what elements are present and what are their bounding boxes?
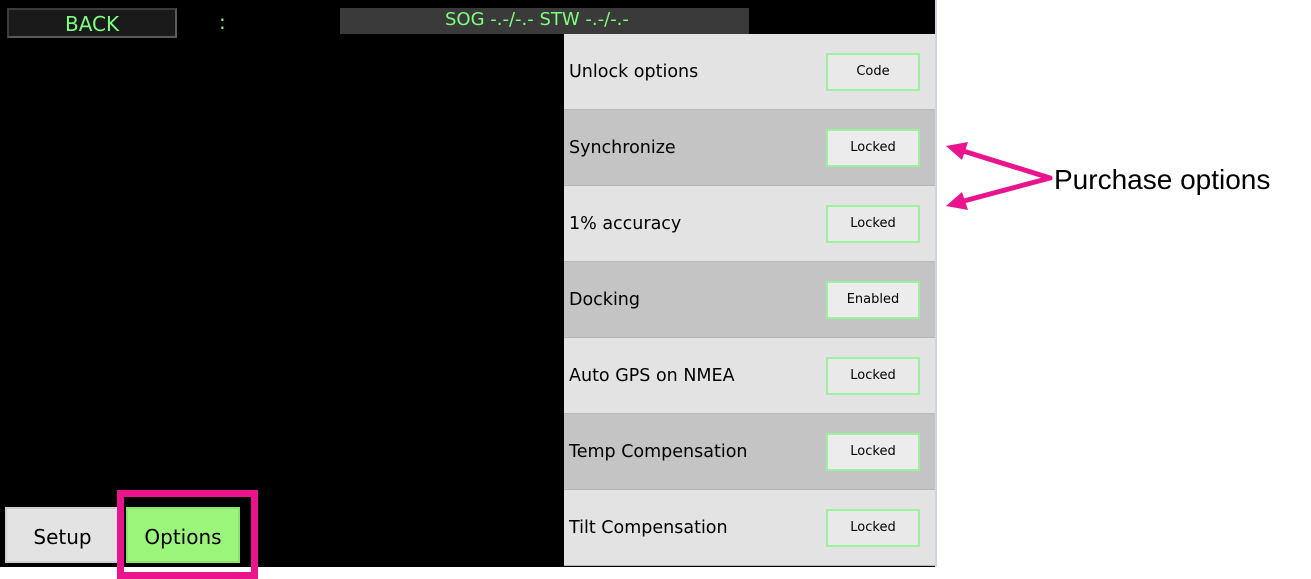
synchronize-status-button[interactable]: Locked [826,129,920,167]
option-label: Unlock options [569,62,699,82]
option-row-accuracy: 1% accuracy Locked [564,186,935,262]
accuracy-status-button[interactable]: Locked [826,205,920,243]
options-panel: Unlock options Code Synchronize Locked 1… [564,34,935,566]
option-label: Docking [569,290,640,310]
tilt-compensation-status-button[interactable]: Locked [826,509,920,547]
option-label: Synchronize [569,138,676,158]
unlock-code-button[interactable]: Code [826,53,920,91]
option-row-synchronize: Synchronize Locked [564,110,935,186]
device-screen: BACK : SOG -.-/-.- STW -.-/-.- Unlock op… [0,0,937,567]
option-label: Auto GPS on NMEA [569,366,735,386]
option-row-unlock: Unlock options Code [564,34,935,110]
speed-status: SOG -.-/-.- STW -.-/-.- [340,8,749,34]
docking-status-button[interactable]: Enabled [826,281,920,319]
temp-compensation-status-button[interactable]: Locked [826,433,920,471]
option-label: Tilt Compensation [569,518,728,538]
auto-gps-status-button[interactable]: Locked [826,357,920,395]
purchase-options-annotation: Purchase options [1054,164,1271,195]
option-row-auto-gps: Auto GPS on NMEA Locked [564,338,935,414]
option-label: 1% accuracy [569,214,682,234]
option-row-tilt-compensation: Tilt Compensation Locked [564,490,935,566]
header-separator: : [219,10,226,34]
back-button[interactable]: BACK [7,8,177,38]
option-row-temp-compensation: Temp Compensation Locked [564,414,935,490]
tab-setup[interactable]: Setup [5,507,120,563]
screen-edge [935,0,937,567]
options-tab-highlight [117,490,258,579]
top-bar: BACK : SOG -.-/-.- STW -.-/-.- [0,0,937,38]
annotation-arrow-icon [946,142,1053,210]
option-label: Temp Compensation [569,442,748,462]
option-row-docking: Docking Enabled [564,262,935,338]
